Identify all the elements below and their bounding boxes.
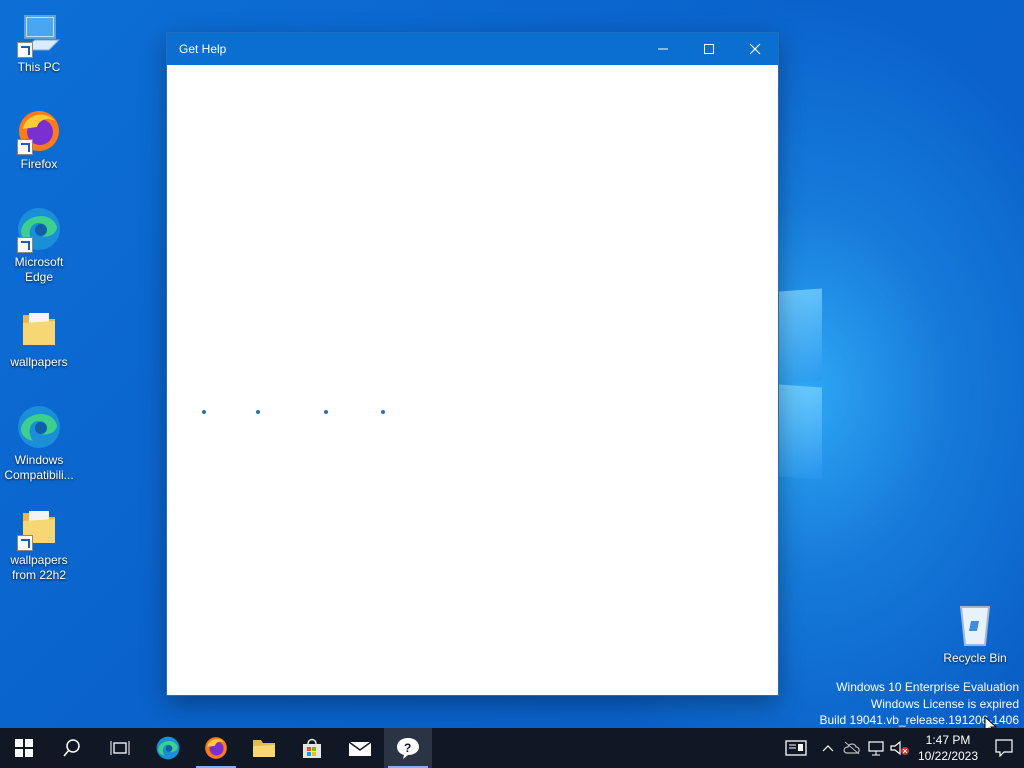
watermark-edition: Windows 10 Enterprise Evaluation [836,680,1019,694]
shortcut-arrow-icon [17,139,33,155]
close-button[interactable] [732,33,778,65]
news-icon [785,740,807,756]
volume-button[interactable] [888,728,912,768]
edge-icon [15,403,63,451]
desktop-icon-label: This PC [17,60,61,74]
desktop-icon-microsoft-edge[interactable]: Microsoft Edge [0,205,78,285]
loading-dot [324,410,328,414]
close-icon [749,43,761,55]
search-icon [63,739,80,757]
edge-icon [156,736,180,760]
firefox-icon [205,737,227,759]
loading-dot [381,410,385,414]
news-widget-button[interactable] [776,728,816,768]
network-button[interactable] [864,728,888,768]
desktop-icon-label: wallpapers from 22h2 [10,553,68,582]
network-icon [868,741,884,756]
notification-icon [995,739,1013,757]
desktop-icon-recycle-bin[interactable]: Recycle Bin [936,601,1014,666]
get-help-button[interactable]: ? [384,728,432,768]
folder-icon [15,503,63,551]
system-tray: 1:47 PM 10/22/2023 [776,728,1024,768]
edge-icon [15,205,63,253]
mail-icon [348,741,372,756]
start-button[interactable] [0,728,48,768]
help-icon: ? [397,738,419,759]
onedrive-button[interactable] [840,728,864,768]
volume-muted-icon [890,740,909,756]
loading-dot [256,410,260,414]
get-help-window[interactable]: Get Help [167,33,778,695]
window-titlebar[interactable]: Get Help [167,33,778,65]
desktop-icon-wallpapers-22h2[interactable]: wallpapers from 22h2 [0,503,78,583]
desktop-icon-this-pc[interactable]: This PC [0,10,78,75]
firefox-button[interactable] [192,728,240,768]
desktop-icon-label: wallpapers [10,355,68,369]
maximize-icon [704,44,714,54]
clock-time: 1:47 PM [925,733,971,747]
shortcut-arrow-icon [17,42,33,58]
firefox-icon [15,107,63,155]
mail-button[interactable] [336,728,384,768]
window-content [167,65,778,695]
file-explorer-button[interactable] [240,728,288,768]
svg-text:?: ? [404,741,411,755]
watermark-license: Windows License is expired [870,696,1019,711]
edge-button[interactable] [144,728,192,768]
desktop-icon-label: Windows Compatibili... [4,453,74,482]
desktop-icon-label: Recycle Bin [943,651,1007,665]
task-view-icon [110,741,130,755]
desktop-icon-windows-compatibility[interactable]: Windows Compatibili... [0,403,78,483]
minimize-button[interactable] [640,33,686,65]
desktop-icon-wallpapers[interactable]: wallpapers [0,305,78,370]
shortcut-arrow-icon [17,237,33,253]
windows-logo-pane-top [779,288,822,384]
task-view-button[interactable] [96,728,144,768]
maximize-button[interactable] [686,33,732,65]
taskbar: ? 1:47 PM 10/22/2023 [0,728,1024,768]
folder-icon [15,305,63,353]
desktop-icon-firefox[interactable]: Firefox [0,107,78,172]
store-button[interactable] [288,728,336,768]
minimize-icon [658,48,668,50]
recycle-bin-icon [951,601,999,649]
cloud-off-icon [843,741,860,755]
window-title: Get Help [179,42,227,56]
shortcut-arrow-icon [17,535,33,551]
clock[interactable]: 1:47 PM 10/22/2023 [912,732,984,764]
loading-dot [202,410,206,414]
action-center-button[interactable] [984,728,1024,768]
show-hidden-icons-button[interactable] [816,728,840,768]
windows-logo-icon [15,739,33,757]
search-button[interactable] [48,728,96,768]
desktop-icon-label: Firefox [20,157,58,171]
folder-icon [253,740,275,757]
computer-icon [15,10,63,58]
desktop-icon-label: Microsoft Edge [14,255,64,284]
clock-date: 10/22/2023 [917,749,979,763]
store-icon [303,738,321,758]
windows-logo-pane-bottom [779,384,822,480]
chevron-up-icon [822,745,834,752]
